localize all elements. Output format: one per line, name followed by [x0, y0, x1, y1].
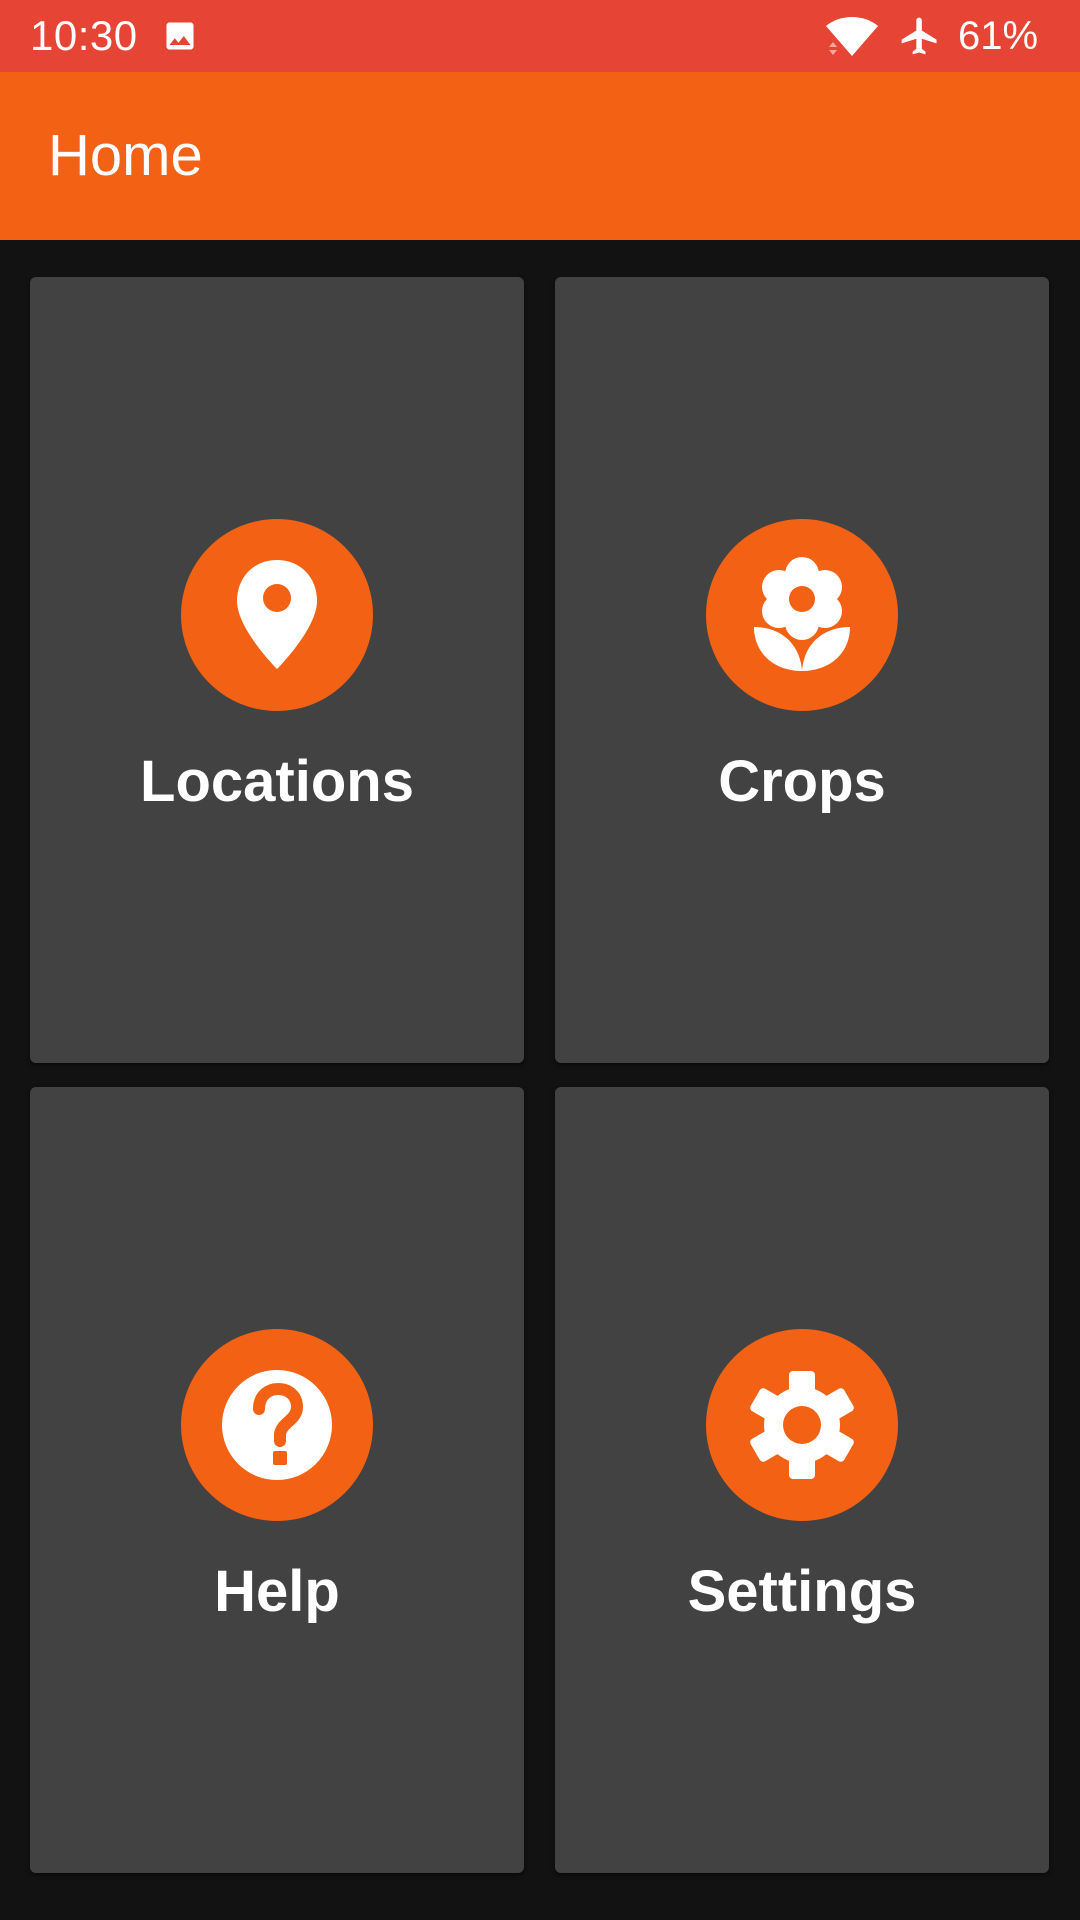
flower-icon: [754, 557, 850, 671]
wifi-icon: [826, 17, 878, 56]
tile-locations[interactable]: Locations: [30, 277, 524, 1063]
gear-icon: [750, 1371, 854, 1479]
page-title: Home: [48, 123, 203, 188]
tile-label-help: Help: [214, 1559, 340, 1624]
tile-label-crops: Crops: [718, 749, 886, 814]
help-icon-circle: [181, 1329, 373, 1521]
crops-icon-circle: [706, 519, 898, 711]
location-pin-icon: [237, 560, 317, 669]
tile-settings[interactable]: Settings: [555, 1087, 1049, 1873]
help-icon: [222, 1370, 332, 1480]
tile-label-settings: Settings: [687, 1559, 917, 1624]
app-bar: Home: [0, 72, 1080, 240]
status-bar: 10:30 61%: [0, 0, 1080, 72]
tile-help[interactable]: Help: [30, 1087, 524, 1873]
airplane-icon: [901, 17, 937, 55]
gallery-icon: [166, 22, 194, 50]
tile-label-locations: Locations: [140, 749, 414, 814]
locations-icon-circle: [181, 519, 373, 711]
status-time: 10:30: [30, 12, 138, 59]
settings-icon-circle: [706, 1329, 898, 1521]
battery-percent: 61%: [958, 14, 1039, 58]
tile-crops[interactable]: Crops: [555, 277, 1049, 1063]
